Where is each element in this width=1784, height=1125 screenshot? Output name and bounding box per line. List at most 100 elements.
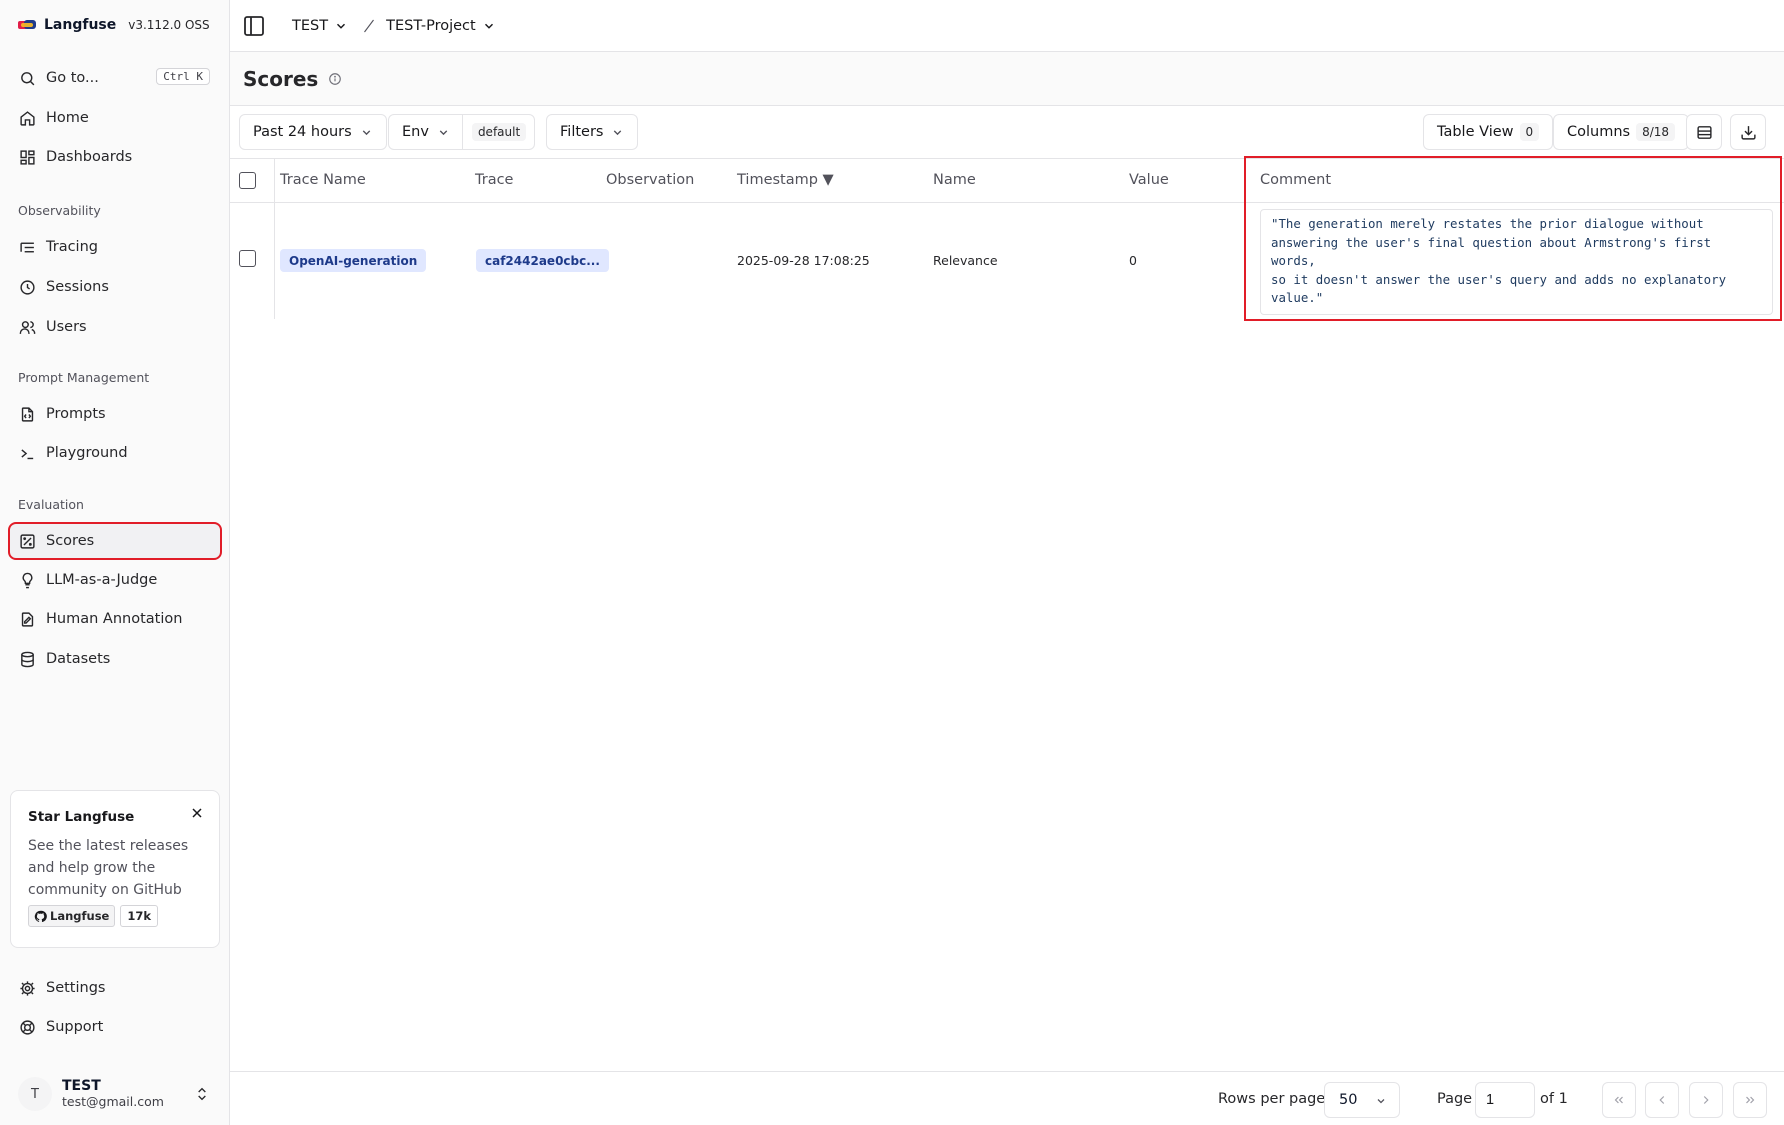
previous-page-button[interactable] — [1645, 1082, 1679, 1118]
home-icon — [20, 110, 35, 126]
sidebar-item-label: Dashboards — [46, 149, 133, 165]
star-card-title: Star Langfuse — [28, 809, 135, 825]
sidebar-item-label: Tracing — [46, 239, 98, 255]
sidebar-toggle-icon[interactable] — [242, 14, 266, 38]
sidebar-item-support[interactable]: Support — [10, 1010, 220, 1044]
github-badge-label: Langfuse — [50, 909, 110, 923]
lightbulb-icon — [22, 572, 33, 588]
page-label: Page — [1437, 1091, 1473, 1107]
trace-name-chip[interactable]: OpenAI-generation — [280, 249, 427, 272]
search-icon — [21, 71, 35, 85]
row-checkbox[interactable] — [239, 250, 256, 267]
sidebar-item-sessions[interactable]: Sessions — [10, 270, 220, 304]
environment-filter[interactable]: Env default — [388, 114, 536, 150]
clock-icon — [20, 279, 35, 295]
app-name: Langfuse — [44, 17, 117, 33]
chevron-right-icon — [1703, 1096, 1709, 1104]
column-header-observation[interactable]: Observation — [606, 172, 694, 188]
chevron-down-icon — [1377, 1099, 1385, 1104]
table-view-button[interactable]: Table View 0 — [1423, 114, 1554, 150]
timestamp-cell: 2025-09-28 17:08:25 — [737, 253, 870, 268]
github-badge[interactable]: Langfuse — [28, 905, 116, 927]
sidebar-item-home[interactable]: Home — [10, 101, 220, 135]
trace-id-chip[interactable]: caf2442ae0cbc... — [476, 249, 609, 272]
chevrons-up-down-icon[interactable] — [194, 1085, 210, 1103]
scores-icon — [20, 533, 35, 549]
chevron-down-icon — [484, 23, 493, 29]
chevrons-left-icon — [1614, 1096, 1623, 1104]
sidebar-item-label: LLM-as-a-Judge — [46, 572, 158, 588]
user-menu[interactable]: T TEST test@gmail.com — [18, 1073, 218, 1115]
download-button[interactable] — [1730, 114, 1766, 150]
rows-per-page-label: Rows per page — [1218, 1091, 1326, 1107]
select-all-checkbox[interactable] — [239, 172, 256, 189]
close-icon[interactable] — [189, 805, 205, 821]
sidebar-item-tracing[interactable]: Tracing — [10, 230, 220, 264]
next-page-button[interactable] — [1689, 1082, 1723, 1118]
breadcrumb-org[interactable]: TEST — [292, 18, 348, 34]
sidebar-item-prompts[interactable]: Prompts — [10, 397, 220, 431]
chevron-down-icon — [362, 129, 370, 135]
page-title: Scores — [243, 66, 319, 91]
sidebar-item-users[interactable]: Users — [10, 310, 220, 344]
sidebar-item-label: Scores — [46, 533, 95, 549]
rows-per-page-select[interactable]: 50 — [1324, 1082, 1400, 1118]
env-label: Env — [402, 124, 429, 140]
page-of-label: of 1 — [1540, 1091, 1568, 1107]
last-page-button[interactable] — [1733, 1082, 1767, 1118]
info-icon[interactable] — [328, 72, 342, 86]
chevron-left-icon — [1659, 1096, 1665, 1104]
rows-icon — [1696, 125, 1712, 139]
column-header-comment[interactable]: Comment — [1260, 172, 1331, 188]
goto-search[interactable]: Go to... Ctrl K — [10, 61, 220, 95]
sidebar-item-dashboards[interactable]: Dashboards — [10, 140, 220, 174]
sidebar-item-llm-as-a-judge[interactable]: LLM-as-a-Judge — [10, 563, 220, 597]
top-bar: TEST TEST-Project — [230, 0, 1784, 52]
columns-button[interactable]: Columns 8/18 — [1553, 114, 1690, 150]
sidebar-item-label: Support — [46, 1019, 104, 1035]
column-header-name[interactable]: Name — [933, 172, 976, 188]
sidebar-item-label: Human Annotation — [46, 611, 183, 627]
annotation-icon — [21, 611, 34, 627]
first-page-button[interactable] — [1602, 1082, 1636, 1118]
table-header: Trace Name Trace Observation Timestamp ▼… — [230, 159, 1784, 203]
section-observability: Observability — [18, 203, 101, 218]
sidebar-item-human-annotation[interactable]: Human Annotation — [10, 602, 220, 636]
score-value-cell: 0 — [1129, 253, 1137, 268]
table-view-count: 0 — [1519, 123, 1540, 141]
comment-cell[interactable]: "The generation merely restates the prio… — [1260, 209, 1773, 315]
github-badges[interactable]: Langfuse 17k — [28, 905, 202, 927]
score-name-cell: Relevance — [933, 253, 998, 268]
download-icon — [1740, 125, 1756, 140]
column-header-trace-name[interactable]: Trace Name — [280, 172, 366, 188]
table-row[interactable]: OpenAI-generation caf2442ae0cbc... 2025-… — [230, 203, 1784, 319]
rows-per-page-value: 50 — [1339, 1092, 1358, 1108]
github-star-count[interactable]: 17k — [120, 905, 158, 927]
users-icon — [19, 320, 36, 334]
row-height-button[interactable] — [1686, 114, 1722, 150]
sidebar-item-playground[interactable]: Playground — [10, 436, 220, 470]
env-divider — [461, 114, 463, 150]
page-number-input[interactable] — [1475, 1082, 1535, 1118]
sidebar-item-datasets[interactable]: Datasets — [10, 642, 220, 676]
time-range-label: Past 24 hours — [253, 124, 352, 140]
column-header-timestamp[interactable]: Timestamp ▼ — [737, 172, 834, 188]
brand[interactable]: Langfuse v3.112.0 OSS — [18, 14, 210, 36]
sidebar-item-label: Datasets — [46, 651, 111, 667]
filters-button[interactable]: Filters — [546, 114, 639, 150]
sidebar-item-settings[interactable]: Settings — [10, 971, 220, 1005]
column-header-value[interactable]: Value — [1129, 172, 1169, 188]
avatar: T — [18, 1077, 52, 1111]
chevron-down-icon — [614, 129, 622, 135]
columns-label: Columns — [1567, 124, 1631, 140]
time-range-select[interactable]: Past 24 hours — [239, 114, 387, 150]
sidebar-item-scores[interactable]: Scores — [8, 522, 222, 560]
gear-icon — [20, 980, 35, 996]
column-header-trace[interactable]: Trace — [475, 172, 513, 188]
slash-separator-icon — [364, 19, 375, 32]
file-code-icon — [21, 406, 34, 422]
sidebar-item-label: Sessions — [46, 279, 109, 295]
breadcrumb-project[interactable]: TEST-Project — [386, 18, 496, 34]
chevron-down-icon — [337, 23, 346, 29]
user-name: TEST — [62, 1078, 101, 1094]
